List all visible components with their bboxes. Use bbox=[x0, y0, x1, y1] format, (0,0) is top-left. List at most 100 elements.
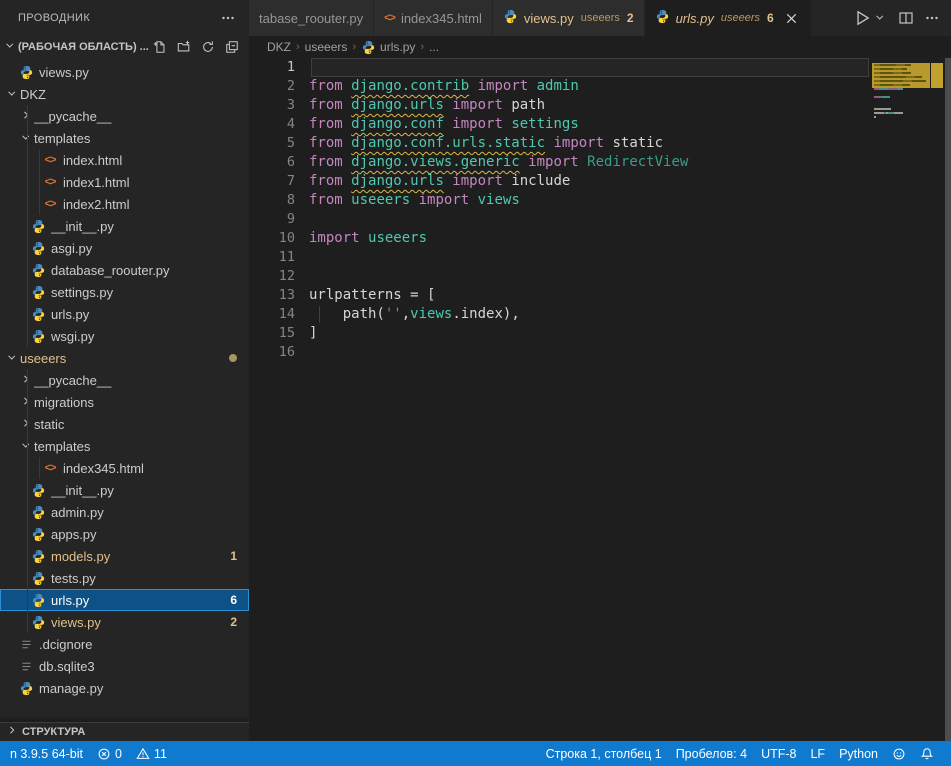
line-number[interactable]: 15 bbox=[249, 324, 309, 343]
tree-item-urls-py[interactable]: urls.py6 bbox=[0, 589, 249, 611]
chevron-down-button[interactable] bbox=[869, 7, 891, 29]
indent-guide bbox=[39, 193, 40, 215]
chevron-right-icon bbox=[18, 396, 34, 408]
line-number[interactable]: 12 bbox=[249, 267, 309, 286]
problems-count-badge: 6 bbox=[230, 593, 237, 607]
tree-item-apps-py[interactable]: apps.py bbox=[0, 523, 249, 545]
tree-item-asgi-py[interactable]: asgi.py bbox=[0, 237, 249, 259]
line-number[interactable]: 11 bbox=[249, 248, 309, 267]
tree-item-templates[interactable]: templates bbox=[0, 435, 249, 457]
tree-item--pycache-[interactable]: __pycache__ bbox=[0, 369, 249, 391]
workspace-section-header[interactable]: (РАБОЧАЯ ОБЛАСТЬ) ... bbox=[0, 36, 249, 58]
code-line-1[interactable]: 1 bbox=[249, 58, 951, 77]
tree-item-index345-html[interactable]: <>index345.html bbox=[0, 457, 249, 479]
tree-item-index2-html[interactable]: <>index2.html bbox=[0, 193, 249, 215]
tree-item-views-py[interactable]: views.py2 bbox=[0, 611, 249, 633]
breadcrumb-item[interactable]: urls.py bbox=[361, 40, 415, 55]
line-number[interactable]: 13 bbox=[249, 286, 309, 305]
tree-item--dcignore[interactable]: .dcignore bbox=[0, 633, 249, 655]
new-folder-button[interactable] bbox=[173, 36, 195, 58]
more-icon[interactable] bbox=[217, 7, 239, 29]
minimap[interactable] bbox=[872, 58, 930, 741]
code-line-4[interactable]: 4from django.conf import settings bbox=[249, 115, 951, 134]
line-number[interactable]: 16 bbox=[249, 343, 309, 362]
tree-item-models-py[interactable]: models.py1 bbox=[0, 545, 249, 567]
tab-tabase-roouter-py[interactable]: tabase_roouter.py bbox=[249, 0, 373, 36]
line-number[interactable]: 3 bbox=[249, 96, 309, 115]
line-number[interactable]: 10 bbox=[249, 229, 309, 248]
status-lf[interactable]: LF bbox=[803, 741, 832, 766]
tree-item-wsgi-py[interactable]: wsgi.py bbox=[0, 325, 249, 347]
tree-item-admin-py[interactable]: admin.py bbox=[0, 501, 249, 523]
tree-item-database-roouter-py[interactable]: database_roouter.py bbox=[0, 259, 249, 281]
tree-item-manage-py[interactable]: manage.py bbox=[0, 677, 249, 699]
status-warn[interactable]: 11 bbox=[129, 741, 174, 766]
line-number[interactable]: 5 bbox=[249, 134, 309, 153]
status-python[interactable]: Python bbox=[832, 741, 885, 766]
tree-item-tests-py[interactable]: tests.py bbox=[0, 567, 249, 589]
tree-item-views-py[interactable]: views.py bbox=[0, 61, 249, 83]
status-пробелов-4[interactable]: Пробелов: 4 bbox=[669, 741, 754, 766]
collapse-all-button[interactable] bbox=[221, 36, 243, 58]
code-editor[interactable]: 12from django.contrib import admin3from … bbox=[249, 58, 951, 741]
code-line-11[interactable]: 11 bbox=[249, 248, 951, 267]
code-line-5[interactable]: 5from django.conf.urls.static import sta… bbox=[249, 134, 951, 153]
tab-urls-py[interactable]: urls.pyuseeers6 bbox=[645, 0, 811, 36]
tree-item-dkz[interactable]: DKZ bbox=[0, 83, 249, 105]
line-number[interactable]: 2 bbox=[249, 77, 309, 96]
tree-item-index-html[interactable]: <>index.html bbox=[0, 149, 249, 171]
code-line-13[interactable]: 13urlpatterns = [ bbox=[249, 286, 951, 305]
tree-item-urls-py[interactable]: urls.py bbox=[0, 303, 249, 325]
new-file-button[interactable] bbox=[149, 36, 171, 58]
line-number[interactable]: 9 bbox=[249, 210, 309, 229]
code-line-16[interactable]: 16 bbox=[249, 343, 951, 362]
code-line-2[interactable]: 2from django.contrib import admin bbox=[249, 77, 951, 96]
code-line-6[interactable]: 6from django.views.generic import Redire… bbox=[249, 153, 951, 172]
breadcrumb-item[interactable]: useeers bbox=[305, 40, 348, 54]
code-line-12[interactable]: 12 bbox=[249, 267, 951, 286]
code-line-7[interactable]: 7from django.urls import include bbox=[249, 172, 951, 191]
tree-item-templates[interactable]: templates bbox=[0, 127, 249, 149]
status-bell[interactable] bbox=[913, 741, 941, 766]
tree-item--pycache-[interactable]: __pycache__ bbox=[0, 105, 249, 127]
status-n-3-9-5-64-bit[interactable]: n 3.9.5 64-bit bbox=[3, 741, 90, 766]
split-editor-button[interactable] bbox=[895, 7, 917, 29]
breadcrumb-item[interactable]: DKZ bbox=[267, 40, 291, 54]
tab-index345-html[interactable]: <>index345.html bbox=[374, 0, 492, 36]
code-line-14[interactable]: 14 path('',views.index), bbox=[249, 305, 951, 324]
tree-item-useeers[interactable]: useeers bbox=[0, 347, 249, 369]
tab-views-py[interactable]: views.pyuseeers2 bbox=[493, 0, 644, 36]
code-line-3[interactable]: 3from django.urls import path bbox=[249, 96, 951, 115]
line-number[interactable]: 8 bbox=[249, 191, 309, 210]
code-line-15[interactable]: 15] bbox=[249, 324, 951, 343]
tree-item--init-py[interactable]: __init__.py bbox=[0, 479, 249, 501]
line-number[interactable]: 1 bbox=[249, 58, 309, 77]
line-number[interactable]: 14 bbox=[249, 305, 309, 324]
code-line-9[interactable]: 9 bbox=[249, 210, 951, 229]
tree-item-index1-html[interactable]: <>index1.html bbox=[0, 171, 249, 193]
python-file-icon bbox=[31, 615, 46, 630]
close-icon[interactable] bbox=[783, 9, 801, 27]
status-error[interactable]: 0 bbox=[90, 741, 129, 766]
tree-item-static[interactable]: static bbox=[0, 413, 249, 435]
tree-item-migrations[interactable]: migrations bbox=[0, 391, 249, 413]
line-number[interactable]: 7 bbox=[249, 172, 309, 191]
line-number[interactable]: 4 bbox=[249, 115, 309, 134]
code-line-10[interactable]: 10import useeers bbox=[249, 229, 951, 248]
code-text: urlpatterns = [ bbox=[309, 286, 435, 305]
more-button[interactable] bbox=[921, 7, 943, 29]
status-label: Пробелов: 4 bbox=[676, 747, 747, 761]
tree-item-settings-py[interactable]: settings.py bbox=[0, 281, 249, 303]
breadcrumb-item[interactable]: ... bbox=[429, 40, 439, 54]
outline-section-header[interactable]: СТРУКТУРА bbox=[0, 722, 249, 741]
tree-item-db-sqlite3[interactable]: db.sqlite3 bbox=[0, 655, 249, 677]
vertical-scrollbar[interactable] bbox=[945, 58, 951, 741]
refresh-button[interactable] bbox=[197, 36, 219, 58]
status-utf-8[interactable]: UTF-8 bbox=[754, 741, 803, 766]
status-строка-1-столбец-1[interactable]: Строка 1, столбец 1 bbox=[539, 741, 669, 766]
tree-item--init-py[interactable]: __init__.py bbox=[0, 215, 249, 237]
status-feedback[interactable] bbox=[885, 741, 913, 766]
python-file-icon bbox=[31, 571, 46, 586]
line-number[interactable]: 6 bbox=[249, 153, 309, 172]
code-line-8[interactable]: 8from useeers import views bbox=[249, 191, 951, 210]
